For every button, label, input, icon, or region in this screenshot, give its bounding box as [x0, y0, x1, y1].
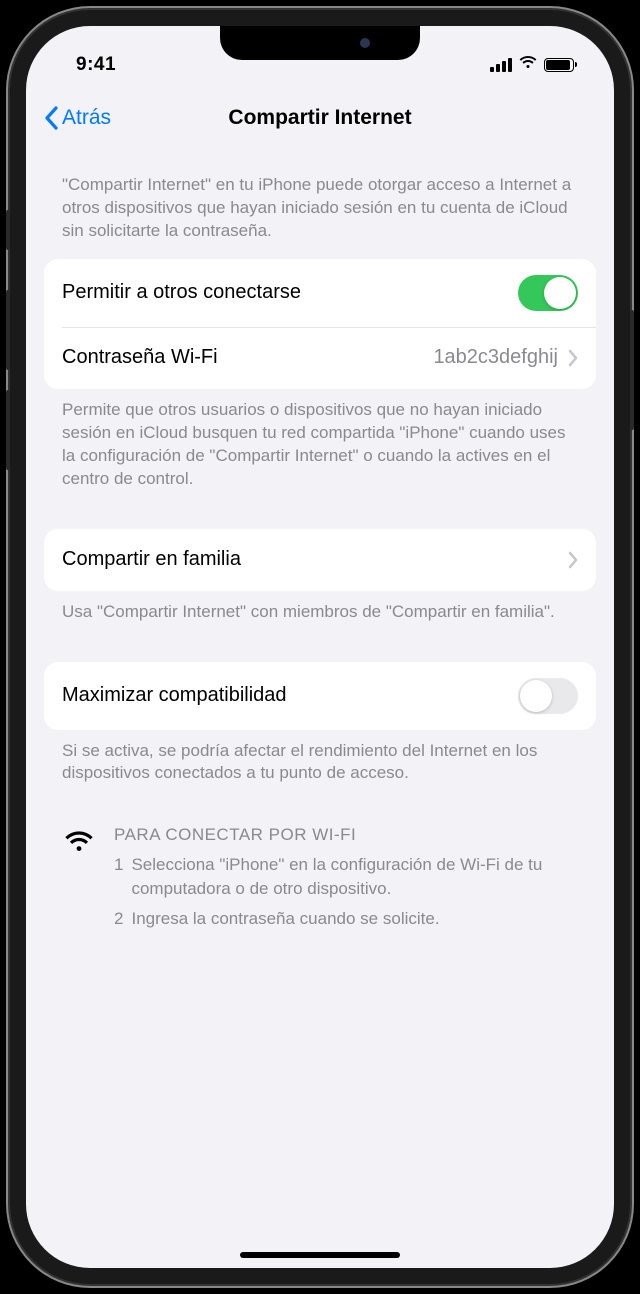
maximize-compat-label: Maximizar compatibilidad — [62, 684, 518, 707]
section1-footer: Permite que otros usuarios o dispositivo… — [26, 389, 614, 501]
volume-up-button — [6, 290, 10, 370]
power-button — [630, 310, 634, 430]
settings-content: "Compartir Internet" en tu iPhone puede … — [26, 154, 614, 963]
battery-icon — [544, 58, 574, 72]
maximize-compat-toggle[interactable] — [518, 678, 578, 714]
phone-frame: 9:41 Atrás Compartir Internet "Co — [10, 10, 630, 1284]
wifi-instructions: PARA CONECTAR POR WI-FI 1 Selecciona "iP… — [26, 795, 614, 942]
instruction-step-2: 2 Ingresa la contraseña cuando se solici… — [114, 907, 578, 931]
chevron-right-icon — [568, 551, 578, 569]
front-camera — [360, 38, 370, 48]
allow-others-row[interactable]: Permitir a otros conectarse — [44, 259, 596, 327]
wifi-icon — [62, 827, 96, 853]
navigation-bar: Atrás Compartir Internet — [26, 86, 614, 154]
wifi-password-row[interactable]: Contraseña Wi-Fi 1ab2c3defghij — [44, 327, 596, 389]
wifi-icon — [518, 54, 538, 76]
status-indicators — [490, 54, 574, 76]
allow-others-toggle[interactable] — [518, 275, 578, 311]
maximize-compat-row[interactable]: Maximizar compatibilidad — [44, 662, 596, 730]
step-text: Selecciona "iPhone" en la configuración … — [131, 853, 578, 901]
section1-header: "Compartir Internet" en tu iPhone puede … — [26, 154, 614, 259]
instructions-content: PARA CONECTAR POR WI-FI 1 Selecciona "iP… — [114, 823, 578, 936]
section3-group: Maximizar compatibilidad — [44, 662, 596, 730]
instructions-title: PARA CONECTAR POR WI-FI — [114, 823, 578, 847]
back-button[interactable]: Atrás — [44, 106, 111, 130]
status-time: 9:41 — [76, 54, 116, 76]
wifi-password-value: 1ab2c3defghij — [433, 346, 558, 369]
instruction-step-1: 1 Selecciona "iPhone" en la configuració… — [114, 853, 578, 901]
section2-footer: Usa "Compartir Internet" con miembros de… — [26, 591, 614, 634]
chevron-right-icon — [568, 349, 578, 367]
back-label: Atrás — [62, 106, 111, 130]
chevron-left-icon — [44, 106, 58, 130]
home-indicator[interactable] — [240, 1252, 400, 1258]
section3-footer: Si se activa, se podría afectar el rendi… — [26, 730, 614, 796]
toggle-knob — [520, 680, 552, 712]
silent-switch — [6, 210, 10, 250]
phone-screen: 9:41 Atrás Compartir Internet "Co — [26, 26, 614, 1268]
section2-group: Compartir en familia — [44, 529, 596, 591]
toggle-knob — [544, 277, 576, 309]
notch — [220, 26, 420, 60]
family-sharing-row[interactable]: Compartir en familia — [44, 529, 596, 591]
page-title: Compartir Internet — [228, 106, 411, 130]
family-sharing-label: Compartir en familia — [62, 548, 568, 571]
step-number: 1 — [114, 853, 123, 901]
wifi-password-label: Contraseña Wi-Fi — [62, 346, 433, 369]
cellular-signal-icon — [490, 58, 512, 72]
section1-group: Permitir a otros conectarse Contraseña W… — [44, 259, 596, 389]
step-number: 2 — [114, 907, 123, 931]
volume-down-button — [6, 390, 10, 470]
step-text: Ingresa la contraseña cuando se solicite… — [131, 907, 439, 931]
allow-others-label: Permitir a otros conectarse — [62, 281, 518, 304]
